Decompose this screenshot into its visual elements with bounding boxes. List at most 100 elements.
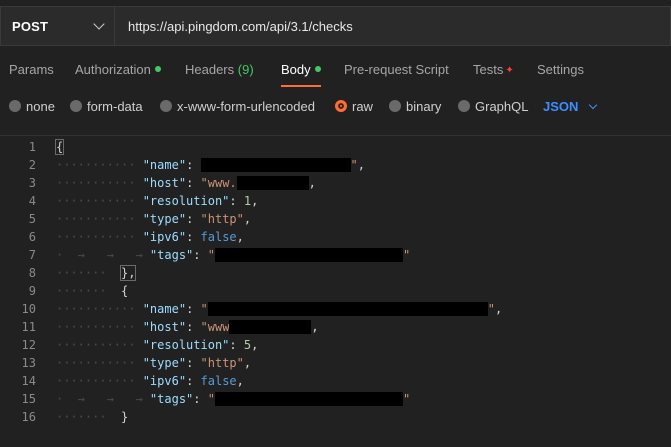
radio-icon[interactable]: [160, 100, 172, 112]
line-number: 13: [21, 356, 36, 370]
redacted-value: [236, 176, 309, 190]
json-key: "resolution": [142, 338, 230, 352]
code-line: 16 ······· }: [0, 408, 671, 426]
line-number: 3: [28, 176, 36, 190]
code-line: 12 ··········· "resolution": 5,: [0, 336, 671, 354]
tab-label: Authorization: [75, 62, 151, 77]
radio-icon[interactable]: [458, 100, 470, 112]
json-key: "tags": [149, 392, 194, 406]
tab-params[interactable]: Params: [9, 52, 54, 86]
tab-body[interactable]: Body: [281, 52, 321, 87]
close-brace: },: [119, 265, 137, 281]
redacted-value: [214, 392, 403, 406]
tab-label: Settings: [537, 62, 584, 77]
body-mode-options: none form-data x-www-form-urlencoded raw…: [0, 92, 671, 120]
tab-label: Headers: [185, 62, 235, 77]
code-line: 2 ··········· "name": ",: [0, 156, 671, 174]
json-key: "type": [142, 356, 187, 370]
radio-icon[interactable]: [9, 100, 21, 112]
json-key: "ipv6": [142, 374, 187, 388]
asterisk-icon: ✦: [505, 65, 514, 76]
method-select[interactable]: POST: [0, 6, 115, 46]
tab-pre-request-script[interactable]: Pre-request Script: [344, 52, 449, 86]
request-url-bar: POST https://api.pingdom.com/api/3.1/che…: [0, 6, 671, 46]
code-line: 1 {: [0, 138, 671, 156]
redacted-value: [229, 320, 312, 334]
line-number: 6: [28, 230, 36, 244]
code-line: 8 ······· },: [0, 264, 671, 282]
redacted-value: [214, 248, 403, 262]
line-number: 15: [21, 392, 36, 406]
radio-selected-icon[interactable]: [335, 100, 347, 112]
line-number: 14: [21, 374, 36, 388]
body-mode-urlencoded[interactable]: x-www-form-urlencoded: [160, 92, 315, 120]
body-mode-raw[interactable]: raw: [335, 92, 373, 120]
code-line: 11 ··········· "host": "www,: [0, 318, 671, 336]
tab-label: Body: [281, 62, 311, 77]
body-mode-form-data[interactable]: form-data: [70, 92, 143, 120]
radio-label: x-www-form-urlencoded: [177, 98, 315, 114]
line-number: 10: [21, 302, 36, 316]
code-line: 10 ··········· "name": " ",: [0, 300, 671, 318]
format-label: JSON: [543, 98, 579, 114]
json-number: 1: [243, 194, 252, 208]
json-boolean: false: [200, 230, 237, 244]
line-number: 16: [21, 410, 36, 424]
json-boolean: false: [200, 374, 237, 388]
code-editor[interactable]: 1 { 2 ··········· "name": ", 3 ·········…: [0, 135, 671, 447]
headers-count-badge: (9): [237, 62, 254, 77]
radio-label: form-data: [87, 98, 143, 114]
format-select[interactable]: JSON: [543, 92, 598, 120]
tab-tests[interactable]: Tests ✦: [473, 52, 514, 86]
json-key: "type": [142, 212, 187, 226]
json-key: "resolution": [142, 194, 230, 208]
url-input[interactable]: https://api.pingdom.com/api/3.1/checks: [115, 6, 671, 46]
method-label: POST: [12, 18, 49, 34]
json-string: "http": [200, 212, 244, 226]
request-tabs: Params Authorization Headers (9) Body Pr…: [0, 52, 671, 87]
open-brace: {: [54, 139, 65, 155]
tab-label: Params: [9, 62, 54, 77]
redacted-value: [200, 158, 351, 172]
open-brace: {: [121, 284, 129, 298]
line-number: 11: [21, 320, 36, 334]
body-mode-none[interactable]: none: [9, 92, 55, 120]
json-string: "www.: [200, 176, 237, 190]
line-number: 5: [28, 212, 36, 226]
line-number: 7: [28, 248, 36, 262]
tab-label: Pre-request Script: [344, 62, 449, 77]
status-dot-icon: [154, 66, 161, 72]
code-line: 5 ··········· "type": "http",: [0, 210, 671, 228]
json-string: "www: [200, 320, 230, 334]
json-key: "name": [142, 158, 187, 172]
tab-authorization[interactable]: Authorization: [75, 52, 161, 86]
code-line: 7 · → → → "tags": " ": [0, 246, 671, 264]
close-brace: }: [121, 410, 129, 424]
json-key: "host": [142, 176, 187, 190]
code-line: 9 ······· {: [0, 282, 671, 300]
radio-icon[interactable]: [389, 100, 401, 112]
radio-label: binary: [406, 98, 442, 114]
code-line: 15 · → → → "tags": " ": [0, 390, 671, 408]
radio-label: raw: [352, 98, 373, 114]
code-line: 13 ··········· "type": "http",: [0, 354, 671, 372]
line-number: 8: [28, 266, 36, 280]
line-number: 9: [28, 284, 36, 298]
body-mode-graphql[interactable]: GraphQL: [458, 92, 528, 120]
chevron-down-icon: [93, 18, 105, 30]
body-mode-binary[interactable]: binary: [389, 92, 441, 120]
line-number: 12: [21, 338, 36, 352]
json-key: "host": [142, 320, 187, 334]
radio-icon[interactable]: [70, 100, 82, 112]
radio-label: none: [26, 98, 55, 114]
code-line: 14 ··········· "ipv6": false,: [0, 372, 671, 390]
tab-headers[interactable]: Headers (9): [185, 52, 254, 86]
code-line: 4 ··········· "resolution": 1,: [0, 192, 671, 210]
tab-settings[interactable]: Settings: [537, 52, 584, 86]
radio-label: GraphQL: [475, 98, 529, 114]
tab-label: Tests: [473, 62, 504, 77]
chevron-down-icon: [589, 100, 598, 109]
line-number: 1: [28, 140, 36, 154]
line-number: 2: [28, 158, 36, 172]
code-line: 6 ··········· "ipv6": false,: [0, 228, 671, 246]
